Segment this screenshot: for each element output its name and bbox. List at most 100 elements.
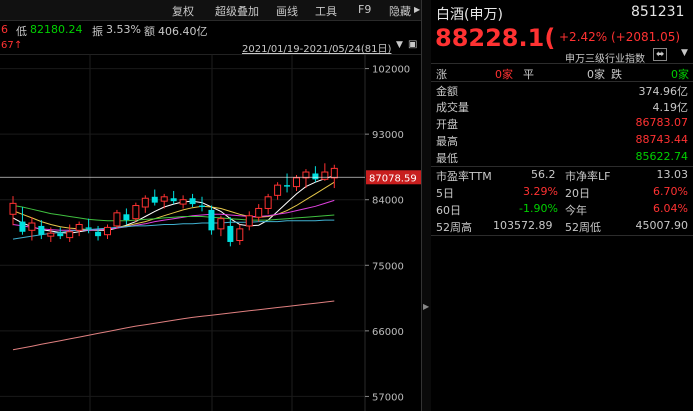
current-price-label: 87078.59 bbox=[369, 173, 417, 184]
candle-body bbox=[170, 198, 177, 202]
stats-truncated-value: 6 bbox=[1, 23, 8, 36]
y-tick-label: 75000 bbox=[372, 261, 404, 272]
change-amount: (+2081.05) bbox=[611, 30, 681, 44]
candle-body bbox=[284, 185, 291, 187]
candle-body bbox=[264, 196, 272, 209]
candles bbox=[9, 163, 338, 247]
date-range-label[interactable]: 2021/01/19-2021/05/24(81日) bbox=[242, 40, 391, 55]
panel-separator bbox=[431, 63, 693, 64]
y-tick-label: 93000 bbox=[372, 130, 404, 141]
range-settings-icon[interactable]: ▣ bbox=[408, 39, 417, 50]
ma-line-ma10 bbox=[12, 181, 335, 231]
fall-value: 0家 bbox=[671, 68, 689, 81]
candle-body bbox=[113, 212, 121, 227]
candle-body bbox=[160, 196, 168, 202]
ytd-label: 今年 bbox=[565, 204, 587, 217]
range-truncated-value: 67 bbox=[1, 40, 14, 51]
candle-body bbox=[227, 225, 234, 242]
change-percent: +2.42% bbox=[559, 30, 608, 44]
index-name: 白酒(申万) bbox=[436, 7, 503, 23]
low-value: 82180.24 bbox=[30, 23, 83, 36]
volume-label: 成交量 bbox=[436, 101, 469, 114]
last-price: 88228.1( bbox=[435, 24, 556, 52]
amount-value: 406.40亿 bbox=[158, 25, 208, 38]
y-tick-label: 66000 bbox=[372, 327, 404, 338]
y-tick-label: 57000 bbox=[372, 392, 404, 403]
candle-body bbox=[19, 221, 26, 232]
super-overlay-button[interactable]: 超级叠加 bbox=[215, 3, 259, 19]
candle-body bbox=[236, 228, 244, 242]
candle-body bbox=[312, 173, 319, 180]
candle-body bbox=[321, 171, 329, 180]
candle-body bbox=[330, 167, 338, 179]
collapse-arrow-icon[interactable]: ▶ bbox=[423, 302, 429, 311]
candle-body bbox=[95, 231, 102, 237]
d5-value: 3.29% bbox=[523, 185, 558, 198]
week52-low-label: 52周低 bbox=[565, 221, 601, 234]
candle-body bbox=[208, 209, 215, 231]
index-type-more-icon[interactable]: ▼ bbox=[681, 48, 688, 58]
candle-body bbox=[293, 177, 300, 188]
candle-body bbox=[57, 233, 64, 237]
amount-label: 金额 bbox=[436, 85, 458, 98]
low-label: 最低 bbox=[436, 152, 458, 165]
d60-label: 60日 bbox=[436, 204, 461, 217]
candle-body bbox=[274, 184, 282, 196]
pe-value: 56.2 bbox=[531, 168, 556, 181]
high-value: 88743.44 bbox=[635, 133, 689, 146]
hide-button[interactable]: 隐藏 bbox=[389, 3, 411, 19]
tools-button[interactable]: 工具 bbox=[315, 3, 337, 19]
flat-value: 0家 bbox=[587, 68, 605, 81]
candle-body bbox=[75, 223, 83, 231]
flat-label: 平 bbox=[523, 68, 534, 81]
hide-arrow-icon[interactable]: ▶ bbox=[414, 5, 420, 14]
restore-button[interactable]: 复权 bbox=[172, 3, 194, 19]
candle-body bbox=[9, 202, 17, 215]
candle-body bbox=[132, 205, 140, 220]
ytd-value: 6.04% bbox=[653, 202, 688, 215]
candlestick-chart[interactable]: 102000 93000 84000 75000 66000 57000 87078.59 bbox=[0, 54, 430, 411]
week52-low-value: 45007.90 bbox=[635, 219, 689, 232]
pe-label: 市盈率TTM bbox=[436, 170, 492, 183]
panel-separator bbox=[431, 235, 693, 236]
amount-value: 374.96亿 bbox=[638, 85, 689, 98]
d20-value: 6.70% bbox=[653, 185, 688, 198]
rise-value: 0家 bbox=[495, 68, 513, 81]
candle-body bbox=[179, 199, 187, 205]
candle-body bbox=[123, 214, 130, 221]
low-value: 85622.74 bbox=[635, 150, 689, 163]
volume-value: 4.19亿 bbox=[652, 101, 689, 114]
panel-separator bbox=[431, 166, 693, 167]
week52-high-label: 52周高 bbox=[436, 221, 472, 234]
candle-body bbox=[255, 207, 263, 218]
draw-line-button[interactable]: 画线 bbox=[276, 3, 298, 19]
d60-value: -1.90% bbox=[519, 202, 558, 215]
candle-body bbox=[245, 215, 253, 227]
candle-body bbox=[217, 218, 225, 230]
candle-body bbox=[104, 226, 111, 236]
quote-panel: 白酒(申万) 851231 88228.1( +2.42% (+2081.05)… bbox=[431, 0, 693, 411]
f9-button[interactable]: F9 bbox=[358, 3, 371, 16]
index-type-info-icon[interactable]: ⬌ bbox=[653, 48, 668, 61]
rise-label: 涨 bbox=[436, 68, 447, 81]
fall-label: 跌 bbox=[611, 68, 622, 81]
ma-line-ma250 bbox=[12, 300, 335, 351]
index-code: 851231 bbox=[631, 4, 685, 20]
chart-toolbar: 复权 超级叠加 画线 工具 F9 隐藏 ▶ bbox=[0, 0, 430, 21]
open-value: 86783.07 bbox=[635, 116, 689, 129]
y-tick-label: 102000 bbox=[372, 65, 410, 76]
y-tick-label: 84000 bbox=[372, 196, 404, 207]
low-label: 低 bbox=[16, 25, 27, 38]
candle-body bbox=[199, 205, 205, 207]
range-dropdown-icon[interactable]: ▼ bbox=[396, 40, 403, 50]
candle-body bbox=[151, 196, 158, 203]
candle-body bbox=[189, 198, 196, 205]
stats-row: 6 低 82180.24 振 3.53% 额 406.40亿 bbox=[0, 20, 430, 38]
high-label: 最高 bbox=[436, 135, 458, 148]
date-range-bar: 67 ↑ 2021/01/19-2021/05/24(81日) ▼ ▣ bbox=[0, 38, 430, 55]
candle-body bbox=[28, 222, 36, 231]
amplitude-value: 3.53% bbox=[106, 23, 141, 36]
candle-body bbox=[85, 227, 92, 229]
amplitude-label: 振 bbox=[92, 25, 103, 38]
panel-collapse-handle[interactable]: ▶ bbox=[422, 0, 431, 411]
